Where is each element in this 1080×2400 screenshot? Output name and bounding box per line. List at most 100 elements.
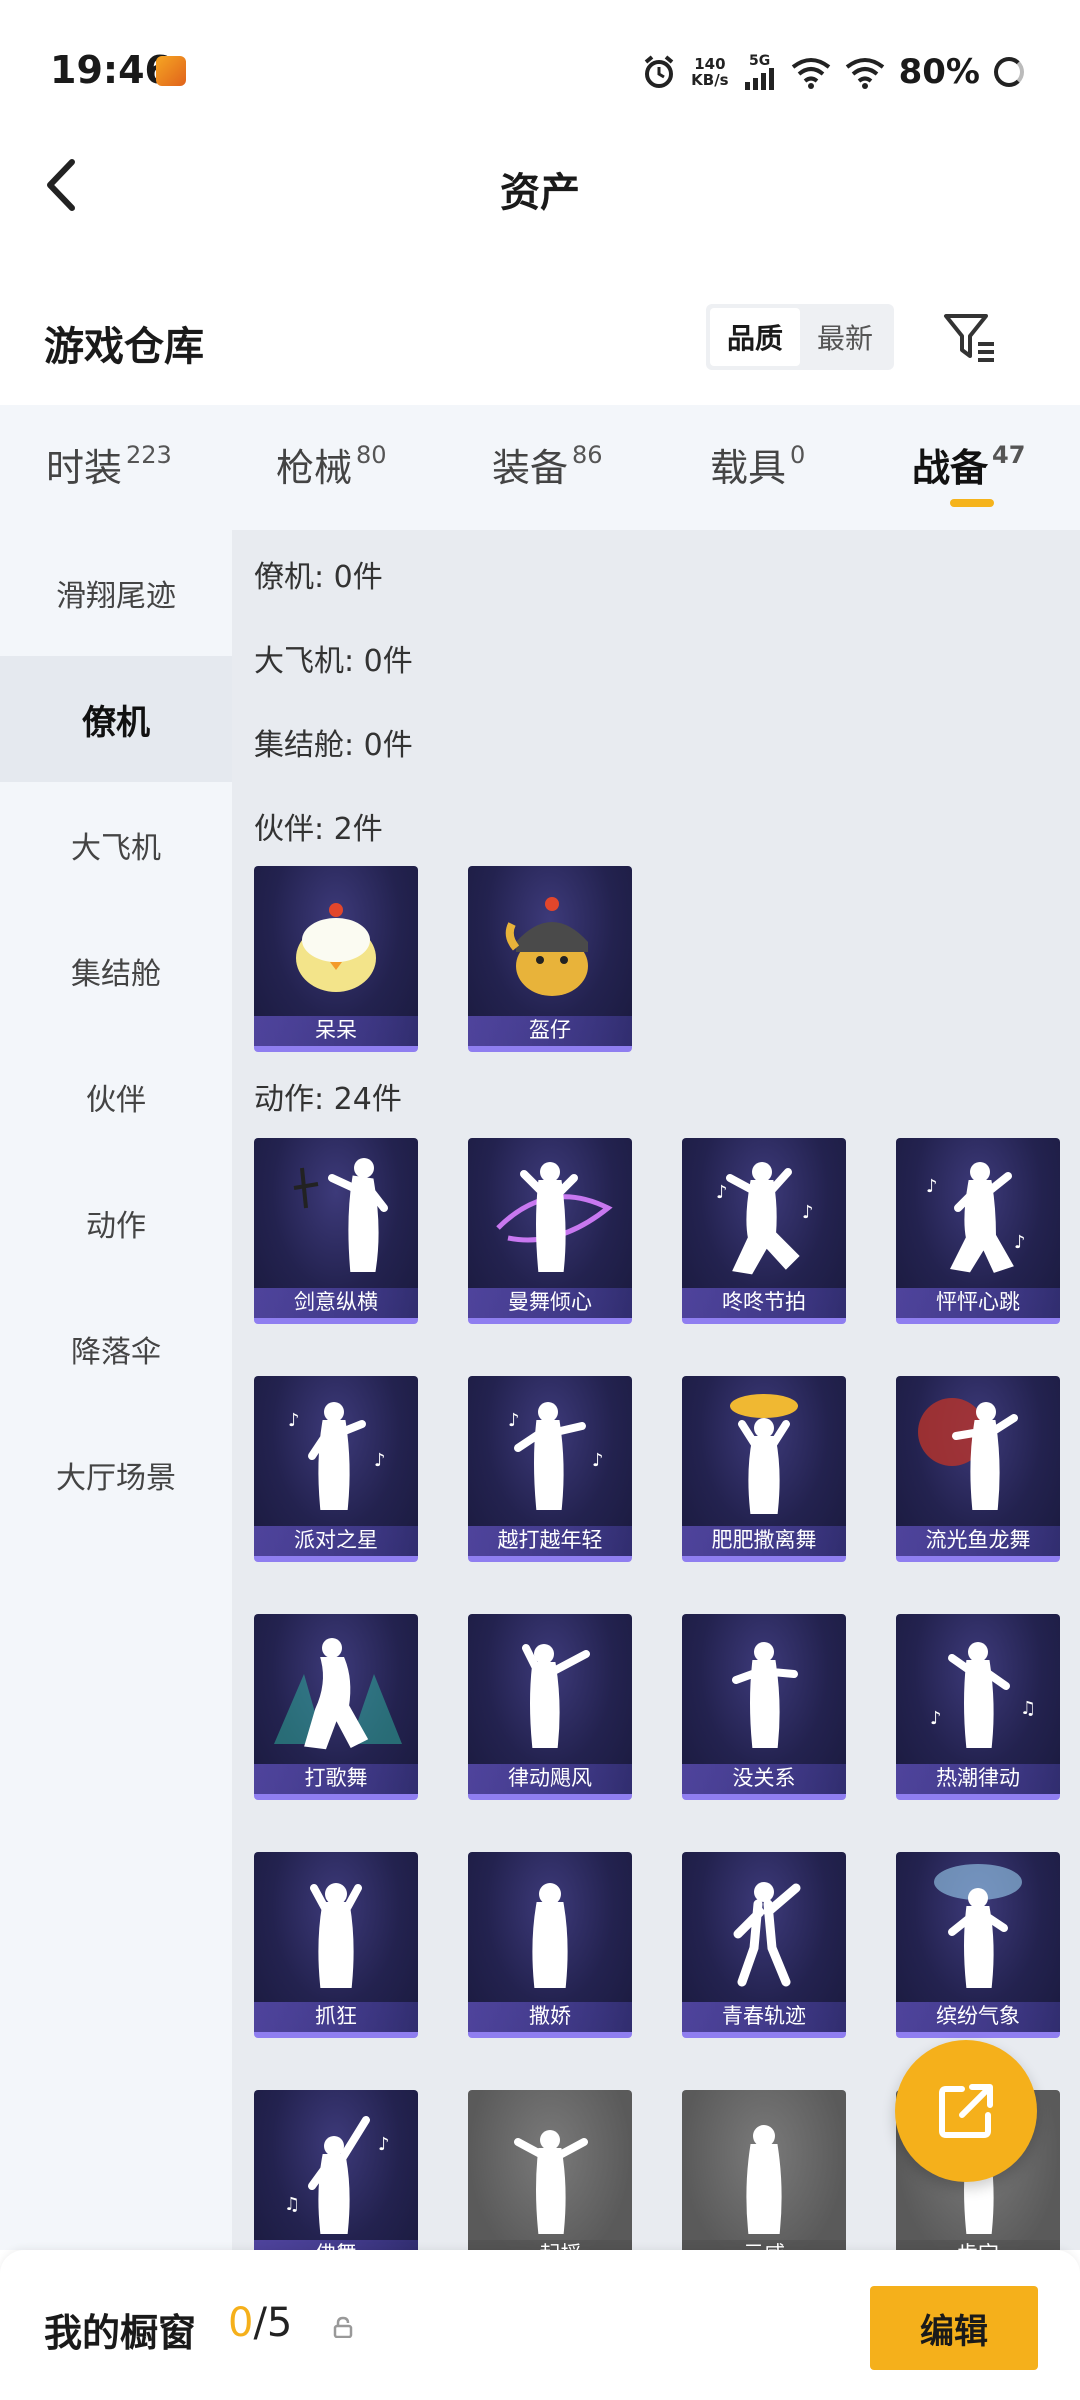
svg-text:♪: ♪ bbox=[288, 1410, 300, 1431]
tab-firearms[interactable]: 枪械 80 bbox=[276, 437, 387, 492]
dancer-figure-icon bbox=[293, 1158, 388, 1272]
svg-text:♪: ♪ bbox=[926, 1176, 938, 1197]
emote-card-locked[interactable]: 一起摇 bbox=[468, 2090, 632, 2250]
wifi-icon bbox=[845, 58, 884, 89]
emote-card[interactable]: 缤纷气象 bbox=[896, 1852, 1060, 2038]
emote-card[interactable]: 剑意纵横 bbox=[254, 1138, 418, 1324]
dancer-figure-icon: ♪♫ bbox=[284, 2116, 390, 2234]
showcase-label: 我的橱窗 bbox=[44, 2311, 197, 2355]
svg-text:♪: ♪ bbox=[508, 1410, 520, 1431]
net-speed: 140 KB/s bbox=[691, 55, 729, 89]
dancer-figure-icon bbox=[934, 1864, 1022, 1988]
sidebar-item-assembly-pod[interactable]: 集结舱 bbox=[0, 908, 232, 1034]
sort-quality[interactable]: 品质 bbox=[710, 308, 800, 366]
tab-vehicles[interactable]: 载具 0 bbox=[710, 437, 805, 492]
sort-toggle: 品质 最新 bbox=[706, 304, 894, 370]
dancer-figure-icon: ♪♪ bbox=[508, 1402, 604, 1510]
dancer-figure-icon bbox=[746, 2125, 782, 2234]
svg-text:♫: ♫ bbox=[1020, 1698, 1036, 1719]
dancer-figure-icon: ♪♪ bbox=[716, 1162, 814, 1275]
lock-icon bbox=[333, 2316, 353, 2338]
svg-text:♪: ♪ bbox=[1014, 1232, 1026, 1253]
chick-companion-icon bbox=[296, 903, 376, 992]
dancer-figure-icon: ♪♫ bbox=[930, 1642, 1036, 1748]
emote-card[interactable]: ♪♫佛舞 bbox=[254, 2090, 418, 2250]
section-emote-title: 动作: 24件 bbox=[254, 1082, 402, 1117]
svg-text:♫: ♫ bbox=[284, 2194, 300, 2215]
sidebar-item-companion[interactable]: 伙伴 bbox=[0, 1034, 232, 1160]
svg-text:♪: ♪ bbox=[592, 1450, 604, 1471]
tab-preparation[interactable]: 战备 47 bbox=[912, 437, 1025, 492]
sidebar-item-glide-trail[interactable]: 滑翔尾迹 bbox=[0, 530, 232, 656]
dancer-figure-icon bbox=[730, 1394, 798, 1514]
dancer-figure-icon bbox=[532, 1883, 568, 1988]
emote-card[interactable]: 律动飓风 bbox=[468, 1614, 632, 1800]
dancer-figure-icon bbox=[496, 1162, 613, 1272]
sidebar-item-wingman[interactable]: 僚机 bbox=[0, 656, 232, 782]
emote-card[interactable]: ♪ ♪ 派对之星 bbox=[254, 1376, 418, 1562]
svg-text:♪: ♪ bbox=[378, 2134, 390, 2155]
alarm-icon bbox=[644, 55, 674, 88]
status-bar: 19:46 140 KB/s 5G 80% bbox=[0, 0, 1080, 130]
sidebar-item-lobby-scene[interactable]: 大厅场景 bbox=[0, 1412, 232, 1538]
share-external-icon bbox=[939, 2084, 993, 2138]
page-title: 资产 bbox=[500, 170, 580, 216]
emote-card[interactable]: 没关系 bbox=[682, 1614, 846, 1800]
dancer-figure-icon bbox=[310, 1883, 362, 1988]
status-icons: 140 KB/s 5G 80% bbox=[641, 48, 1024, 96]
active-tab-indicator bbox=[950, 499, 994, 507]
dancer-figure-icon bbox=[732, 1642, 798, 1748]
tab-equipment[interactable]: 装备 86 bbox=[492, 437, 603, 492]
emote-card[interactable]: 抓狂 bbox=[254, 1852, 418, 2038]
edit-button[interactable]: 编辑 bbox=[870, 2286, 1038, 2370]
emote-card[interactable]: ♪ ♫ 热潮律动 bbox=[896, 1614, 1060, 1800]
wifi-plus-icon bbox=[791, 58, 830, 89]
svg-text:♪: ♪ bbox=[930, 1708, 942, 1729]
warehouse-header: 游戏仓库 品质 最新 bbox=[0, 290, 1080, 390]
companion-card[interactable]: 盔仔 bbox=[468, 866, 632, 1052]
dancer-figure-icon bbox=[514, 2130, 588, 2234]
emote-card[interactable]: 流光鱼龙舞 bbox=[896, 1376, 1060, 1562]
status-time: 19:46 bbox=[50, 48, 171, 92]
sidebar-item-emotes[interactable]: 动作 bbox=[0, 1160, 232, 1286]
section-wingman-title: 僚机: 0件 bbox=[254, 560, 383, 595]
emote-card-locked[interactable]: 示威 bbox=[682, 2090, 846, 2250]
cellular-signal-icon: 5G bbox=[743, 54, 777, 90]
section-assembly-pod-title: 集结舱: 0件 bbox=[254, 728, 413, 763]
emote-card[interactable]: ♪ ♪ 越打越年轻 bbox=[468, 1376, 632, 1562]
share-button[interactable] bbox=[895, 2040, 1037, 2182]
emote-card[interactable]: 青春轨迹 bbox=[682, 1852, 846, 2038]
showcase-bar: 我的橱窗 0/5 编辑 bbox=[0, 2250, 1080, 2400]
section-big-plane-title: 大飞机: 0件 bbox=[254, 644, 413, 679]
charging-ring-icon bbox=[994, 57, 1024, 87]
warehouse-title: 游戏仓库 bbox=[44, 324, 204, 370]
sidebar: 滑翔尾迹 僚机 大飞机 集结舱 伙伴 动作 降落伞 大厅场景 bbox=[0, 530, 232, 2250]
tab-fashion[interactable]: 时装 223 bbox=[46, 437, 172, 492]
emote-card[interactable]: 曼舞倾心 bbox=[468, 1138, 632, 1324]
svg-text:♪: ♪ bbox=[802, 1202, 814, 1223]
category-tabs: 时装 223 枪械 80 装备 86 载具 0 战备 47 bbox=[0, 405, 1080, 530]
dancer-figure-icon: ♪♪ bbox=[288, 1402, 386, 1510]
emote-card[interactable]: 撒娇 bbox=[468, 1852, 632, 2038]
dancer-figure-icon bbox=[733, 1882, 801, 1987]
dancer-figure-icon: ♪♪ bbox=[926, 1162, 1026, 1273]
helmet-chick-companion-icon bbox=[505, 897, 588, 996]
sidebar-item-parachute[interactable]: 降落伞 bbox=[0, 1286, 232, 1412]
emote-card[interactable]: 打歌舞 bbox=[254, 1614, 418, 1800]
sidebar-item-big-plane[interactable]: 大飞机 bbox=[0, 782, 232, 908]
dancer-figure-icon bbox=[274, 1638, 402, 1750]
emote-card[interactable]: ♪ ♪ 咚咚节拍 bbox=[682, 1138, 846, 1324]
sort-latest[interactable]: 最新 bbox=[800, 308, 890, 366]
companion-card[interactable]: 呆呆 bbox=[254, 866, 418, 1052]
svg-text:♪: ♪ bbox=[374, 1450, 386, 1471]
emote-card[interactable]: ♪ ♪ 怦怦心跳 bbox=[896, 1138, 1060, 1324]
svg-text:♪: ♪ bbox=[716, 1182, 728, 1203]
filter-icon[interactable] bbox=[940, 310, 1000, 366]
item-list: 僚机: 0件 大飞机: 0件 集结舱: 0件 伙伴: 2件 呆呆 盔仔 动作: … bbox=[232, 530, 1080, 2250]
app-notification-icon bbox=[156, 56, 186, 86]
dancer-figure-icon bbox=[918, 1398, 1018, 1510]
showcase-count: 0/5 bbox=[228, 2300, 293, 2346]
emote-card[interactable]: 肥肥撒离舞 bbox=[682, 1376, 846, 1562]
section-companion-title: 伙伴: 2件 bbox=[254, 812, 383, 847]
battery-level: 80% bbox=[898, 52, 980, 92]
